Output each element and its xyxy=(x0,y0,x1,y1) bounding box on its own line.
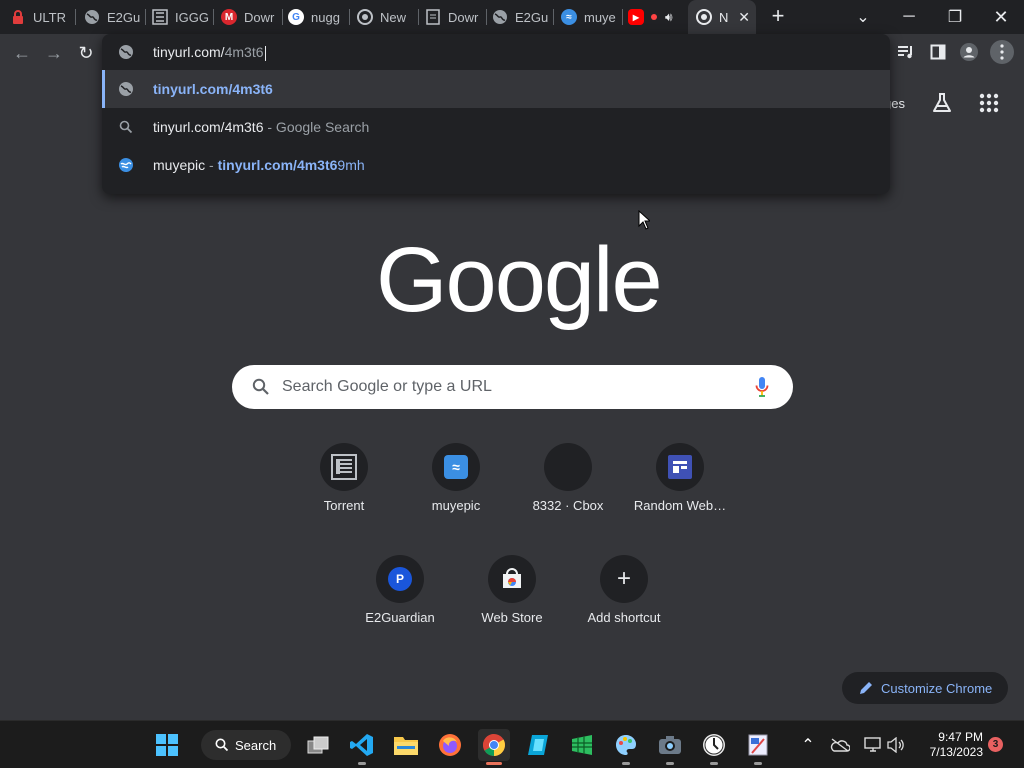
system-clock[interactable]: 9:47 PM 7/13/2023 xyxy=(913,730,983,760)
webstore-icon xyxy=(488,555,536,603)
chrome-taskbar-icon[interactable] xyxy=(478,729,510,765)
globe-icon xyxy=(118,44,134,60)
tab-dowr-2[interactable]: Dowr xyxy=(425,0,487,34)
customize-chrome-button[interactable]: Customize Chrome xyxy=(842,672,1008,704)
shortcut-random-web[interactable]: Random Web… xyxy=(624,443,736,543)
labs-flask-icon[interactable] xyxy=(931,90,953,116)
clock-app-icon[interactable] xyxy=(698,729,730,765)
restore-button[interactable]: ❐ xyxy=(932,0,978,34)
muyepic-icon: ≈ xyxy=(432,443,480,491)
microphone-icon[interactable] xyxy=(755,376,769,403)
forward-arrow-icon[interactable]: → xyxy=(42,41,66,65)
tab-mega[interactable]: M Dowr xyxy=(221,0,283,34)
muyepic-icon xyxy=(118,157,134,173)
speaker-icon[interactable]: 🔊︎ xyxy=(665,10,673,25)
globe-icon xyxy=(84,9,100,25)
igg-icon xyxy=(320,443,368,491)
suggestion-url[interactable]: tinyurl.com/4m3t6 xyxy=(102,70,890,108)
taskbar: Search ⌃ 9:47 PM 7/13/2023 3 xyxy=(0,720,1024,768)
tab-youtube[interactable]: ▶ 🔊︎ xyxy=(628,0,684,34)
suggestion-muyepic[interactable]: muyepic - tinyurl.com/4m3t69mh xyxy=(102,146,890,184)
search-icon xyxy=(252,378,270,401)
teams-like-app-icon[interactable] xyxy=(522,729,554,761)
notification-badge[interactable]: 3 xyxy=(988,737,1003,752)
mega-icon: M xyxy=(221,9,237,25)
mouse-pointer-icon xyxy=(638,209,652,235)
shortcut-muyepic[interactable]: ≈ muyepic xyxy=(400,443,512,543)
tab-active-newtab[interactable]: N ✕ xyxy=(688,0,756,34)
camera-app-icon[interactable] xyxy=(654,729,686,765)
snipping-tool-icon[interactable] xyxy=(742,729,774,765)
google-icon: G xyxy=(288,9,304,25)
address-input-text[interactable]: tinyurl.com/4m3t6 xyxy=(153,44,266,61)
firefox-icon[interactable] xyxy=(434,729,466,761)
minimize-button[interactable]: ─ xyxy=(886,0,932,34)
omnibox-dropdown: tinyurl.com/4m3t6 tinyurl.com/4m3t6 tiny… xyxy=(102,34,890,194)
tab-muyepic[interactable]: ≈ muye xyxy=(561,0,623,34)
address-bar[interactable]: tinyurl.com/4m3t6 xyxy=(102,34,890,70)
pencil-icon xyxy=(859,681,873,695)
suggestion-google-search[interactable]: tinyurl.com/4m3t6 - Google Search xyxy=(102,108,890,146)
tab-nugg[interactable]: G nugg xyxy=(288,0,350,34)
back-arrow-icon[interactable]: ← xyxy=(10,41,34,65)
search-icon xyxy=(215,738,229,752)
clock-date: 7/13/2023 xyxy=(929,745,983,759)
shortcut-cbox[interactable]: 8332 · Cbox xyxy=(512,443,624,543)
tab-e2gu-2[interactable]: E2Gu xyxy=(492,0,554,34)
shortcut-e2guardian[interactable]: P E2Guardian xyxy=(344,555,456,655)
close-tab-icon[interactable]: ✕ xyxy=(738,9,750,26)
tab-ultr[interactable]: ULTR xyxy=(10,0,76,34)
close-window-button[interactable]: ✕ xyxy=(978,0,1024,34)
spreadsheet-app-icon[interactable] xyxy=(566,729,598,761)
reload-icon[interactable]: ↻ xyxy=(74,41,98,65)
chevron-up-icon[interactable]: ⌃ xyxy=(794,729,822,761)
side-panel-icon[interactable] xyxy=(926,42,950,62)
profile-icon[interactable] xyxy=(957,42,981,62)
vscode-icon[interactable] xyxy=(346,729,378,765)
globe-icon xyxy=(118,81,134,97)
apps-grid-icon[interactable] xyxy=(979,90,999,116)
doc-icon xyxy=(425,9,441,25)
globe-icon xyxy=(492,9,508,25)
youtube-icon: ▶ xyxy=(628,9,644,25)
add-shortcut-button[interactable]: + Add shortcut xyxy=(568,555,680,655)
tab-search-chevron-icon[interactable]: ⌄ xyxy=(840,0,886,34)
new-tab-button[interactable]: + xyxy=(766,5,790,29)
search-input[interactable] xyxy=(282,376,742,398)
window-icon xyxy=(656,443,704,491)
paint-app-icon[interactable] xyxy=(610,729,642,765)
media-control-icon[interactable] xyxy=(894,42,918,62)
chrome-icon xyxy=(357,9,373,25)
shortcut-web-store[interactable]: Web Store xyxy=(456,555,568,655)
tab-strip: ULTR E2Gu IGGG M Dowr G nugg New Dowr E2… xyxy=(0,0,1024,34)
lock-icon xyxy=(10,9,26,25)
p-icon: P xyxy=(376,555,424,603)
task-view-icon[interactable] xyxy=(302,729,334,761)
muyepic-icon: ≈ xyxy=(561,9,577,25)
tab-e2gu[interactable]: E2Gu xyxy=(84,0,146,34)
tab-iggg[interactable]: IGGG xyxy=(152,0,214,34)
onedrive-offline-icon[interactable] xyxy=(826,729,854,761)
clock-time: 9:47 PM xyxy=(938,730,983,744)
volume-icon[interactable] xyxy=(882,729,910,761)
igg-icon xyxy=(152,9,168,25)
google-logo: Google xyxy=(376,229,663,331)
file-explorer-icon[interactable] xyxy=(390,729,422,761)
tab-new[interactable]: New xyxy=(357,0,419,34)
chrome-icon xyxy=(696,9,712,25)
plus-icon: + xyxy=(600,555,648,603)
taskbar-search[interactable]: Search xyxy=(201,730,291,760)
search-box[interactable] xyxy=(232,365,793,409)
more-menu-icon[interactable] xyxy=(990,40,1014,64)
blank-icon xyxy=(544,443,592,491)
windows-start-icon[interactable] xyxy=(151,729,183,761)
search-icon xyxy=(118,119,134,135)
shortcut-torrent[interactable]: Torrent xyxy=(288,443,400,543)
